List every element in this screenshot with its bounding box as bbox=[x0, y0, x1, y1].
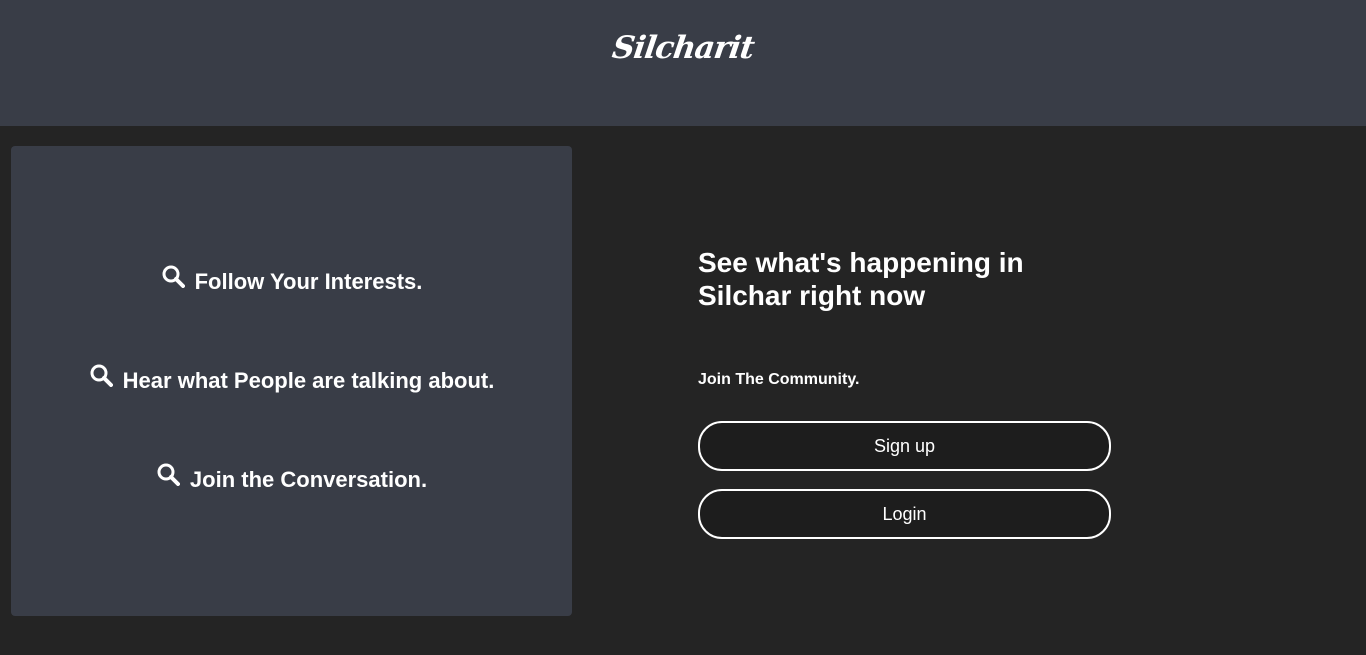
site-header: Silcharit bbox=[0, 0, 1366, 126]
signup-button[interactable]: Sign up bbox=[698, 421, 1111, 471]
search-icon bbox=[89, 363, 113, 387]
search-icon bbox=[156, 462, 180, 486]
join-panel: See what's happening in Silchar right no… bbox=[698, 246, 1118, 539]
feature-item-people: Hear what People are talking about. bbox=[11, 364, 572, 395]
page-headline: See what's happening in Silchar right no… bbox=[698, 247, 1024, 311]
search-icon bbox=[161, 264, 185, 288]
site-logo[interactable]: Silcharit bbox=[0, 30, 1366, 66]
feature-label: Follow Your Interests. bbox=[194, 269, 423, 294]
join-community-text: Join The Community. bbox=[698, 371, 860, 388]
feature-item-conversation: Join the Conversation. bbox=[11, 463, 572, 494]
features-panel: Follow Your Interests. Hear what People … bbox=[11, 146, 572, 616]
feature-label: Hear what People are talking about. bbox=[122, 368, 495, 393]
feature-label: Join the Conversation. bbox=[189, 467, 428, 492]
login-button[interactable]: Login bbox=[698, 489, 1111, 539]
feature-item-interests: Follow Your Interests. bbox=[11, 265, 572, 296]
